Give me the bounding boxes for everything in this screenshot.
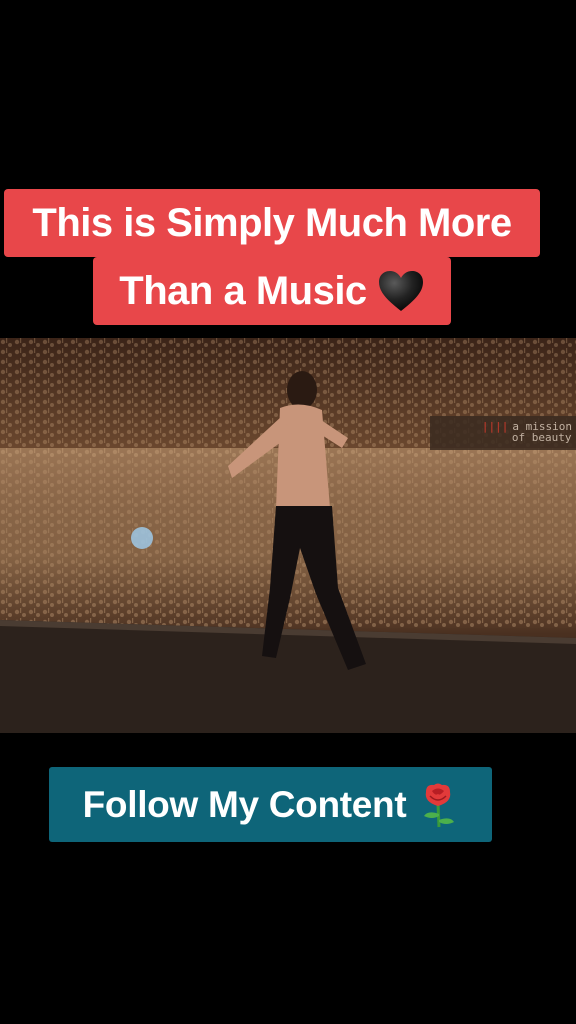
black-heart-icon [377, 269, 425, 313]
caption-line-2-text: Than a Music [119, 269, 367, 313]
video-watermark: |||| a mission of beauty [481, 420, 572, 444]
concert-video[interactable] [0, 338, 576, 733]
caption-line-2: Than a Music [93, 257, 451, 325]
reel-frame: This is Simply Much More Than a Music ||… [0, 0, 576, 1024]
follow-banner-label: Follow My Content [82, 783, 407, 825]
follow-banner[interactable]: Follow My Content [49, 767, 492, 842]
caption-line-1-text: This is Simply Much More [32, 201, 512, 245]
caption-line-1: This is Simply Much More [4, 189, 540, 257]
concert-scene-image [0, 338, 576, 733]
watermark-line-2: of beauty [511, 431, 572, 444]
rose-icon [406, 782, 458, 828]
